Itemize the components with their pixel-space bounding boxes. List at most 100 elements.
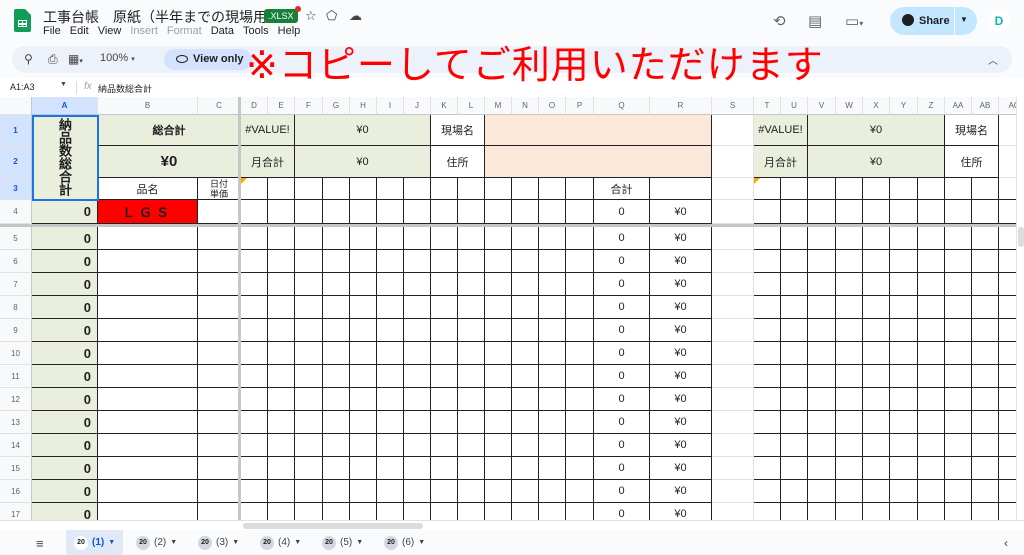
cell[interactable]: [890, 178, 918, 200]
cell[interactable]: [350, 503, 377, 520]
cell[interactable]: [890, 503, 918, 520]
cell[interactable]: [241, 365, 268, 388]
sheet-tab-5[interactable]: 20 (5) ▼: [314, 530, 371, 555]
cell[interactable]: [241, 273, 268, 296]
cell[interactable]: [754, 178, 781, 200]
cell[interactable]: [512, 178, 539, 200]
cell[interactable]: [972, 457, 999, 480]
cell[interactable]: [712, 227, 754, 250]
cell[interactable]: [377, 200, 404, 224]
row-header-5[interactable]: 5: [0, 227, 32, 250]
cell[interactable]: [295, 250, 323, 273]
cell[interactable]: [808, 388, 836, 411]
cell-q-total-quantity[interactable]: 0: [594, 319, 650, 342]
cell[interactable]: [808, 342, 836, 365]
cell-b-item-name[interactable]: [98, 273, 198, 296]
cell[interactable]: [295, 319, 323, 342]
cell[interactable]: [458, 503, 485, 520]
cell[interactable]: [539, 200, 566, 224]
cell[interactable]: [512, 411, 539, 434]
cell-r4-total-amount[interactable]: ¥0: [650, 200, 712, 224]
cell-a1-total-quantity[interactable]: 納品数総合計: [32, 115, 98, 200]
cell[interactable]: [945, 411, 972, 434]
cell-a-quantity[interactable]: 0: [32, 342, 98, 365]
cell[interactable]: [323, 411, 350, 434]
cell[interactable]: [268, 342, 295, 365]
cell[interactable]: [808, 480, 836, 503]
cell[interactable]: [808, 457, 836, 480]
horizontal-scroll-thumb[interactable]: [243, 523, 423, 529]
cell[interactable]: [754, 480, 781, 503]
cell-f2-monthly-total-value[interactable]: ¥0: [295, 146, 431, 178]
cell[interactable]: [566, 503, 594, 520]
row-header-9[interactable]: 9: [0, 319, 32, 342]
cell[interactable]: [836, 342, 863, 365]
cell[interactable]: [295, 227, 323, 250]
cell-c-date-price[interactable]: [198, 434, 241, 457]
cell-q-total-quantity[interactable]: 0: [594, 365, 650, 388]
cell[interactable]: [377, 480, 404, 503]
cell-q3-total-label[interactable]: 合計: [594, 178, 650, 200]
cell[interactable]: [863, 227, 890, 250]
cell[interactable]: [566, 178, 594, 200]
cell-aa1-site-name-label[interactable]: 現場名: [945, 115, 999, 146]
cell[interactable]: [836, 319, 863, 342]
cell[interactable]: [431, 365, 458, 388]
sheet-tab-1[interactable]: 20 (1) ▼: [66, 530, 124, 555]
cell[interactable]: [808, 434, 836, 457]
cell-a-quantity[interactable]: 0: [32, 250, 98, 273]
row-header-7[interactable]: 7: [0, 273, 32, 296]
column-header-p[interactable]: P: [566, 97, 594, 115]
cell-a-quantity[interactable]: 0: [32, 503, 98, 520]
cell-d1-error-value[interactable]: #VALUE!: [241, 115, 295, 146]
cell[interactable]: [566, 296, 594, 319]
column-header-i[interactable]: I: [377, 97, 404, 115]
cell[interactable]: [712, 178, 754, 200]
cell-k1-site-name-label[interactable]: 現場名: [431, 115, 485, 146]
cell[interactable]: [268, 480, 295, 503]
cell[interactable]: [295, 178, 323, 200]
cell-r3[interactable]: [650, 178, 712, 200]
menu-edit[interactable]: Edit: [70, 25, 89, 37]
column-header-j[interactable]: J: [404, 97, 431, 115]
cell-c-date-price[interactable]: [198, 273, 241, 296]
cell[interactable]: [241, 411, 268, 434]
cell-q-total-quantity[interactable]: 0: [594, 227, 650, 250]
cell-k2-address-label[interactable]: 住所: [431, 146, 485, 178]
cell[interactable]: [945, 342, 972, 365]
cell-a-quantity[interactable]: 0: [32, 457, 98, 480]
cell[interactable]: [431, 342, 458, 365]
cell[interactable]: [268, 296, 295, 319]
cell[interactable]: [404, 434, 431, 457]
cell[interactable]: [323, 296, 350, 319]
cell[interactable]: [890, 227, 918, 250]
cell[interactable]: [781, 388, 808, 411]
cell[interactable]: [754, 503, 781, 520]
sheet-tab-dropdown-icon[interactable]: ▼: [294, 539, 301, 546]
cell[interactable]: [781, 503, 808, 520]
cell[interactable]: [404, 319, 431, 342]
cell-r-total-amount[interactable]: ¥0: [650, 365, 712, 388]
cell[interactable]: [945, 365, 972, 388]
cell[interactable]: [539, 273, 566, 296]
search-icon[interactable]: ⚲: [24, 52, 33, 66]
cell[interactable]: [404, 273, 431, 296]
cell-b-item-name[interactable]: [98, 434, 198, 457]
cell[interactable]: [512, 457, 539, 480]
cell[interactable]: [458, 365, 485, 388]
cell-b-item-name[interactable]: [98, 296, 198, 319]
cell[interactable]: [972, 503, 999, 520]
cell[interactable]: [566, 411, 594, 434]
sheet-tab-dropdown-icon[interactable]: ▼: [108, 539, 115, 546]
cell[interactable]: [918, 388, 945, 411]
cell[interactable]: [945, 434, 972, 457]
cell[interactable]: [295, 273, 323, 296]
all-sheets-menu-icon[interactable]: ≡: [36, 536, 44, 551]
row-header-10[interactable]: 10: [0, 342, 32, 365]
cell[interactable]: [268, 250, 295, 273]
cell-a-quantity[interactable]: 0: [32, 365, 98, 388]
cell[interactable]: [323, 365, 350, 388]
cell[interactable]: [458, 296, 485, 319]
menu-data[interactable]: Data: [211, 25, 234, 37]
cell-c-date-price[interactable]: [198, 319, 241, 342]
